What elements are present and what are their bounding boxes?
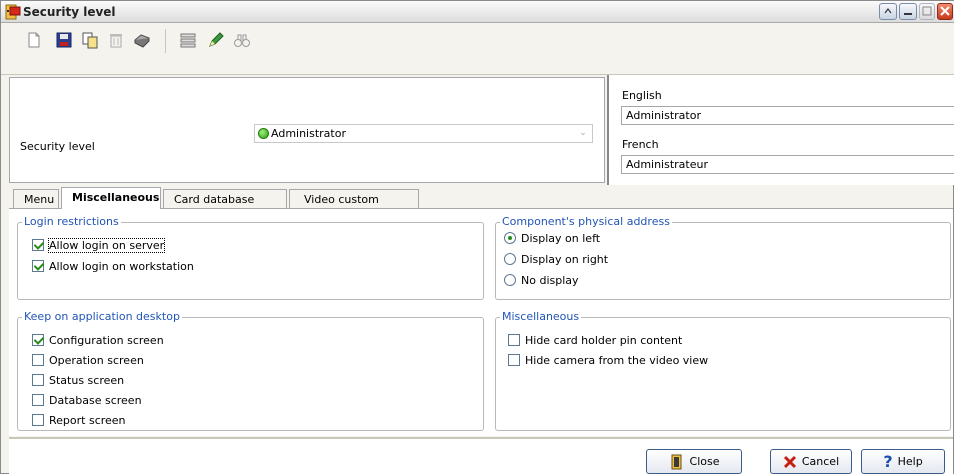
maximize-button[interactable] — [919, 3, 935, 20]
display-left-label: Display on left — [521, 231, 601, 245]
delete-icon[interactable] — [107, 31, 125, 49]
french-name-field[interactable]: Administrateur — [621, 155, 954, 174]
no-display-row[interactable]: No display — [504, 272, 579, 288]
minimize-button[interactable] — [899, 3, 917, 20]
security-level-combo[interactable]: Administrator ⌄ — [254, 124, 593, 143]
display-right-label: Display on right — [521, 252, 609, 266]
toolbar — [1, 23, 954, 75]
cancel-button-label: Cancel — [801, 455, 840, 468]
application-desktop-group: Keep on application desktop Configuratio… — [17, 310, 484, 431]
security-level-label: Security level — [20, 140, 95, 153]
no-display-label: No display — [521, 273, 579, 287]
tab-miscellaneous[interactable]: Miscellaneous — [61, 187, 161, 209]
allow-login-workstation-row[interactable]: Allow login on workstation — [32, 258, 194, 274]
list-icon[interactable] — [179, 31, 197, 49]
application-desktop-title: Keep on application desktop — [22, 310, 182, 323]
save-icon[interactable] — [55, 31, 73, 49]
chevron-down-icon[interactable]: ⌄ — [576, 126, 590, 141]
operation-screen-checkbox[interactable] — [32, 354, 44, 366]
hide-pin-label: Hide card holder pin content — [525, 333, 683, 347]
tab-menu[interactable]: Menu — [13, 189, 59, 209]
report-screen-checkbox[interactable] — [32, 414, 44, 426]
window-title: Security level — [23, 5, 116, 19]
hide-camera-label: Hide camera from the video view — [525, 353, 709, 367]
print-icon[interactable] — [133, 31, 151, 49]
tab-card-database-fields[interactable]: Card database fields — [163, 189, 287, 219]
tab-video-custom-button[interactable]: Video custom button — [289, 189, 419, 219]
allow-login-workstation-checkbox[interactable] — [32, 260, 44, 272]
close-button-label: Close — [689, 455, 720, 468]
hide-camera-row[interactable]: Hide camera from the video view — [508, 352, 708, 368]
close-button[interactable]: Close — [646, 449, 742, 474]
maximize-icon — [922, 6, 932, 16]
operation-screen-label: Operation screen — [49, 353, 144, 367]
no-display-radio[interactable] — [504, 274, 516, 286]
status-screen-row[interactable]: Status screen — [32, 372, 124, 388]
english-name-field[interactable]: Administrator — [621, 106, 954, 125]
header-area: Security level Administrator ⌄ English A… — [9, 75, 954, 185]
configuration-screen-row[interactable]: Configuration screen — [32, 332, 164, 348]
physical-address-title: Component's physical address — [500, 215, 672, 228]
window-close-button[interactable] — [937, 3, 953, 20]
hide-camera-checkbox[interactable] — [508, 354, 520, 366]
login-restrictions-group: Login restrictions Allow login on server… — [17, 215, 484, 300]
status-green-icon — [258, 128, 269, 139]
physical-address-group: Component's physical address Display on … — [495, 215, 951, 300]
status-screen-label: Status screen — [49, 373, 125, 387]
report-screen-row[interactable]: Report screen — [32, 412, 126, 428]
binoculars-icon[interactable] — [233, 31, 251, 49]
display-left-row[interactable]: Display on left — [504, 230, 600, 246]
language-panel: English Administrator French Administrat… — [607, 75, 954, 185]
database-screen-label: Database screen — [49, 393, 142, 407]
copy-icon[interactable] — [81, 31, 99, 49]
edit-pen-icon[interactable] — [207, 31, 225, 49]
title-bar: Security level — [1, 1, 954, 23]
display-left-radio[interactable] — [504, 232, 516, 244]
close-x-icon — [940, 6, 950, 16]
allow-login-server-checkbox[interactable] — [32, 239, 44, 251]
new-icon[interactable] — [25, 31, 43, 49]
allow-login-server-row[interactable]: Allow login on server — [32, 237, 166, 253]
minimize-icon — [904, 13, 912, 15]
allow-login-server-label: Allow login on server — [47, 237, 166, 253]
hide-pin-checkbox[interactable] — [508, 334, 520, 346]
question-mark-icon: ? — [883, 452, 893, 471]
allow-login-workstation-label: Allow login on workstation — [49, 259, 194, 273]
app-door-icon — [5, 4, 21, 20]
toolbar-separator — [165, 29, 166, 53]
security-level-window: Security level Security level Administra… — [0, 0, 954, 474]
french-label: French — [622, 138, 659, 151]
database-screen-row[interactable]: Database screen — [32, 392, 142, 408]
door-exit-icon — [671, 454, 682, 469]
login-restrictions-title: Login restrictions — [22, 215, 121, 228]
report-screen-label: Report screen — [49, 413, 126, 427]
database-screen-checkbox[interactable] — [32, 394, 44, 406]
operation-screen-row[interactable]: Operation screen — [32, 352, 144, 368]
miscellaneous-panel: Login restrictions Allow login on server… — [9, 208, 953, 436]
title-help-button[interactable] — [879, 3, 897, 20]
configuration-screen-checkbox[interactable] — [32, 334, 44, 346]
english-label: English — [622, 89, 662, 102]
help-button[interactable]: ? Help — [861, 449, 945, 474]
cancel-x-icon — [783, 455, 796, 468]
help-button-label: Help — [897, 455, 923, 468]
hide-pin-row[interactable]: Hide card holder pin content — [508, 332, 682, 348]
security-level-value: Administrator — [271, 127, 346, 140]
footer-bar: Close Cancel ? Help — [9, 437, 953, 474]
caret-up-icon — [884, 8, 892, 14]
cancel-button[interactable]: Cancel — [770, 449, 852, 474]
miscellaneous-title: Miscellaneous — [500, 310, 582, 323]
configuration-screen-label: Configuration screen — [49, 333, 164, 347]
status-screen-checkbox[interactable] — [32, 374, 44, 386]
display-right-row[interactable]: Display on right — [504, 251, 608, 267]
display-right-radio[interactable] — [504, 253, 516, 265]
miscellaneous-group: Miscellaneous Hide card holder pin conte… — [495, 310, 951, 431]
security-level-panel: Security level Administrator ⌄ — [9, 77, 605, 183]
